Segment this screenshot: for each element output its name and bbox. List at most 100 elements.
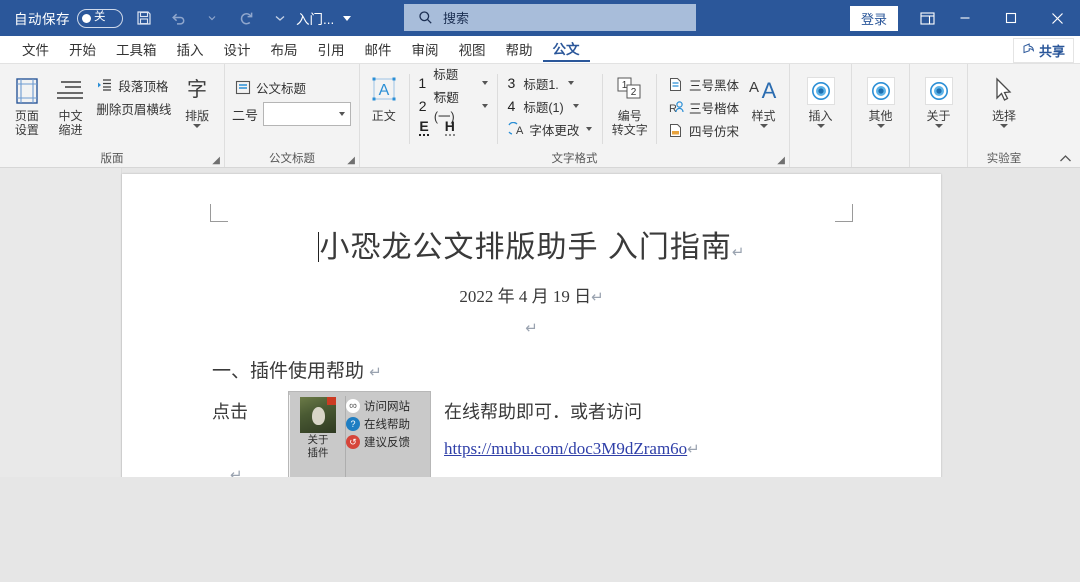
heading4-label: 标题(1)	[523, 97, 563, 116]
heiti-button[interactable]: 三号黑体	[663, 73, 743, 95]
sign-in-button[interactable]: 登录	[850, 6, 898, 31]
minimize-button[interactable]	[942, 0, 988, 36]
share-icon	[1022, 43, 1035, 58]
document-canvas[interactable]: 小恐龙公文排版助手 入门指南↵ 2022 年 4 月 19 日↵ ↵ 一、插件使…	[0, 168, 1080, 477]
heading3-button[interactable]: 3 标题1.	[503, 72, 596, 94]
chevron-down-icon[interactable]	[568, 81, 574, 85]
paragraph-top-label: 段落顶格	[118, 76, 168, 95]
body-text-button[interactable]: A 正文	[365, 70, 403, 123]
banmian-small-buttons: 段落顶格 删除页眉横线	[92, 70, 175, 119]
tab-gongwen[interactable]: 公文	[543, 36, 590, 62]
gongwen-title-button[interactable]: 公文标题	[230, 76, 310, 98]
heading4-button[interactable]: 4 标题(1)	[503, 95, 596, 117]
embedded-screenshot-about-group[interactable]: 关于 插件 ∞ 访问网站 ? 在线帮助 ↺ 建议反馈	[288, 391, 431, 477]
chevron-down-icon[interactable]	[877, 124, 885, 128]
title-style-dropdown[interactable]	[263, 102, 351, 126]
close-button[interactable]	[1034, 0, 1080, 36]
chinese-indent-button[interactable]: 中文 缩进	[49, 70, 93, 137]
chinese-indent-label-2: 缩进	[58, 123, 82, 137]
tab-file[interactable]: 文件	[12, 36, 59, 62]
dialog-launcher-icon[interactable]: ◢	[212, 155, 220, 166]
embedded-about-plugin-button[interactable]: 关于 插件	[294, 397, 342, 459]
search-input[interactable]: 搜索	[404, 4, 696, 31]
chevron-down-icon[interactable]	[193, 124, 201, 128]
title-bar: 自动保存 关 入门... 搜索 登录	[0, 0, 1080, 36]
fangsong-button[interactable]: 四号仿宋	[663, 119, 743, 141]
autosave-toggle[interactable]: 自动保存 关	[14, 8, 123, 28]
pilcrow-icon: ↵	[525, 319, 538, 337]
chevron-down-icon[interactable]	[1000, 124, 1008, 128]
autosave-state: 关	[94, 12, 106, 24]
undo-dropdown-icon[interactable]	[199, 5, 225, 31]
remove-header-line-button[interactable]: 删除页眉横线	[92, 97, 175, 119]
autosave-switch[interactable]: 关	[77, 9, 123, 28]
svg-text:A: A	[516, 125, 524, 137]
pilcrow-icon: ↵	[230, 466, 243, 477]
document-page[interactable]: 小恐龙公文排版助手 入门指南↵ 2022 年 4 月 19 日↵ ↵ 一、插件使…	[122, 174, 941, 477]
tab-mailings[interactable]: 邮件	[355, 36, 402, 62]
document-url-link[interactable]: https://mubu.com/doc3M9dZram6o	[444, 439, 687, 458]
undo-icon[interactable]	[165, 5, 191, 31]
chevron-down-icon[interactable]	[339, 112, 345, 116]
document-name-dropdown[interactable]: 入门...	[296, 0, 351, 36]
about-plugin-button[interactable]: 关于	[915, 70, 962, 128]
autosave-label: 自动保存	[14, 8, 70, 28]
other-plugin-button[interactable]: 其他	[857, 70, 904, 128]
chevron-down-icon[interactable]	[482, 104, 488, 108]
tab-review[interactable]: 审阅	[402, 36, 449, 62]
tab-layout[interactable]: 布局	[261, 36, 308, 62]
tab-design[interactable]: 设计	[214, 36, 261, 62]
embedded-about-label-2: 插件	[308, 447, 329, 459]
chevron-down-icon[interactable]	[760, 124, 768, 128]
ribbon-display-options-icon[interactable]	[912, 0, 942, 36]
styles-button[interactable]: AA 样式	[743, 70, 784, 128]
insert-plugin-button[interactable]: 插入	[795, 70, 846, 128]
gongwen-title-label: 公文标题	[256, 78, 306, 97]
emphasis-dot-button[interactable]: E	[419, 119, 428, 136]
chevron-down-icon[interactable]	[586, 127, 592, 131]
maximize-button[interactable]	[988, 0, 1034, 36]
dialog-launcher-icon[interactable]: ◢	[777, 155, 785, 166]
heading4-number: 4	[506, 98, 516, 114]
paragraph-top-button[interactable]: 段落顶格	[92, 74, 175, 96]
save-icon[interactable]	[131, 5, 157, 31]
kaiti-button[interactable]: R 三号楷体	[663, 96, 743, 118]
dialog-launcher-icon[interactable]: ◢	[347, 155, 355, 166]
chevron-down-icon[interactable]	[935, 124, 943, 128]
page-setup-button[interactable]: 页面 设置	[5, 70, 49, 137]
underline-dotted-button[interactable]: H	[445, 119, 455, 136]
tab-insert[interactable]: 插入	[167, 36, 214, 62]
redo-icon[interactable]	[233, 5, 259, 31]
kaiti-label: 三号楷体	[689, 98, 739, 117]
font-change-button[interactable]: A 字体更改	[503, 118, 596, 140]
tab-toolbox[interactable]: 工具箱	[106, 36, 167, 62]
divider	[656, 74, 657, 144]
svg-text:A: A	[761, 78, 776, 103]
tab-view[interactable]: 视图	[449, 36, 496, 62]
chevron-down-icon[interactable]	[817, 124, 825, 128]
number-to-text-label-2: 转文字	[612, 123, 648, 137]
pilcrow-icon: ↵	[732, 243, 746, 261]
svg-text:字: 字	[187, 78, 207, 101]
tab-home[interactable]: 开始	[59, 36, 106, 62]
embedded-online-help-button[interactable]: ? 在线帮助	[346, 416, 410, 432]
text-layout-button[interactable]: 字 排版	[175, 70, 219, 128]
margin-corner-top-right	[835, 204, 853, 222]
document-para-prefix: 点击	[212, 398, 248, 424]
heading2-button[interactable]: 2 标题(一)	[415, 95, 490, 117]
document-title-text: 小恐龙公文排版助手 入门指南	[320, 231, 732, 264]
chevron-down-icon[interactable]	[267, 5, 293, 31]
tab-references[interactable]: 引用	[308, 36, 355, 62]
chevron-down-icon[interactable]	[573, 104, 579, 108]
select-button[interactable]: 选择	[978, 70, 1030, 128]
link-icon: ∞	[346, 399, 360, 413]
about-plugin-label: 关于	[926, 109, 950, 123]
collapse-ribbon-icon[interactable]	[1059, 152, 1072, 166]
chevron-down-icon[interactable]	[482, 81, 488, 85]
share-button[interactable]: 共享	[1013, 38, 1074, 63]
number-to-text-button[interactable]: 12 编号 转文字	[609, 70, 650, 137]
chevron-down-icon[interactable]	[343, 16, 351, 21]
embedded-feedback-button[interactable]: ↺ 建议反馈	[346, 434, 410, 450]
embedded-visit-website-button[interactable]: ∞ 访问网站	[346, 398, 410, 414]
tab-help[interactable]: 帮助	[496, 36, 543, 62]
